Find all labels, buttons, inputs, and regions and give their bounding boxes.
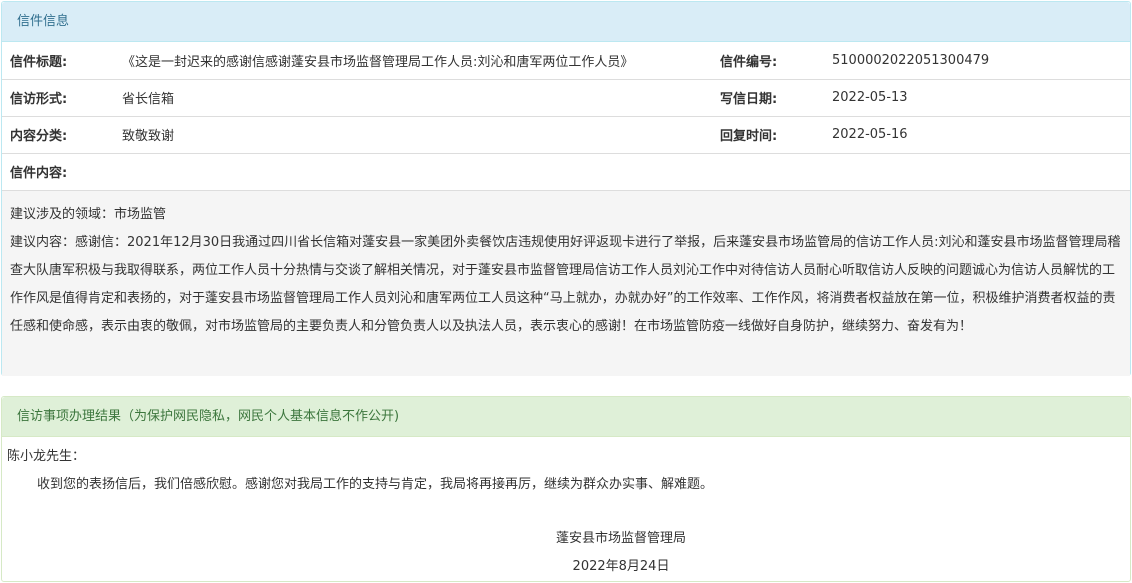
result-panel: 信访事项办理结果（为保护网民隐私，网民个人基本信息不作公开) 陈小龙先生： 收到… <box>1 396 1131 582</box>
reply-text: 收到您的表扬信后，我们倍感欣慰。感谢您对我局工作的支持与肯定，我局将再接再厉，继… <box>37 477 714 492</box>
category-label: 内容分类: <box>2 116 122 154</box>
form-value: 省长信箱 <box>122 79 712 117</box>
letter-info-panel: 信件信息 信件标题: 《这是一封迟来的感谢信感谢蓬安县市场监督管理局工作人员:刘… <box>1 1 1131 376</box>
content-label: 信件内容: <box>2 153 122 191</box>
table-row: 信件标题: 《这是一封迟来的感谢信感谢蓬安县市场监督管理局工作人员:刘沁和唐军两… <box>2 42 1130 80</box>
table-row: 内容分类: 致敬致谢 回复时间: 2022-05-16 <box>2 116 1130 154</box>
title-label: 信件标题: <box>2 42 122 80</box>
domain-line: 建议涉及的领域：市场监管 <box>10 206 167 222</box>
reply-date: 2022年8月24日 <box>572 559 670 574</box>
number-label: 信件编号: <box>712 42 832 80</box>
result-heading: 信访事项办理结果（为保护网民隐私，网民个人基本信息不作公开) <box>2 397 1130 437</box>
content-text: 建议内容：感谢信：2021年12月30日我通过四川省长信箱对蓬安县一家美团外卖餐… <box>10 234 1121 334</box>
letter-meta-table: 信件标题: 《这是一封迟来的感谢信感谢蓬安县市场监督管理局工作人员:刘沁和唐军两… <box>2 42 1130 191</box>
number-value: 5100002022051300479 <box>832 42 1130 80</box>
letter-content: 建议涉及的领域：市场监管 建议内容：感谢信：2021年12月30日我通过四川省长… <box>2 190 1130 376</box>
letter-info-heading: 信件信息 <box>2 2 1130 42</box>
category-value: 致敬致谢 <box>122 116 712 154</box>
reply-time-label: 回复时间: <box>712 116 832 154</box>
table-row: 信访形式: 省长信箱 写信日期: 2022-05-13 <box>2 79 1130 117</box>
date-value: 2022-05-13 <box>832 79 1130 117</box>
date-label: 写信日期: <box>712 79 832 117</box>
title-value: 《这是一封迟来的感谢信感谢蓬安县市场监督管理局工作人员:刘沁和唐军两位工作人员》 <box>122 42 712 80</box>
form-label: 信访形式: <box>2 79 122 117</box>
reply-time-value: 2022-05-16 <box>832 116 1130 154</box>
reply-body: 陈小龙先生： 收到您的表扬信后，我们倍感欣慰。感谢您对我局工作的支持与肯定，我局… <box>2 437 1130 581</box>
reply-org: 蓬安县市场监督管理局 <box>555 531 686 546</box>
table-row: 信件内容: <box>2 153 1130 191</box>
reply-salutation: 陈小龙先生： <box>7 449 86 464</box>
